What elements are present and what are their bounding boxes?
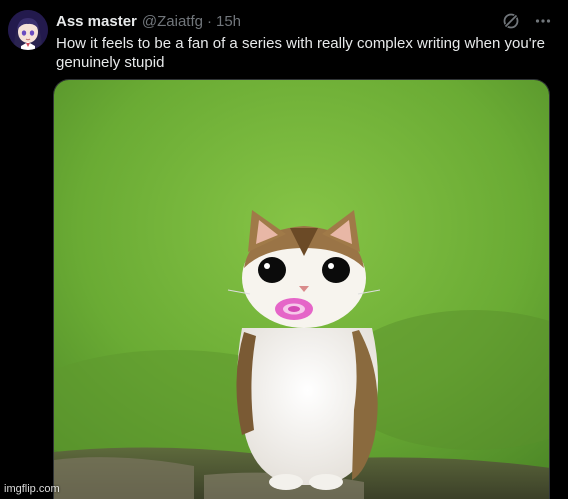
tweet-timestamp[interactable]: 15h	[216, 13, 241, 30]
tweet-header: Ass master @Zaiatfg · 15h	[56, 11, 241, 31]
cat-with-pacifier-image	[54, 80, 549, 499]
tweet-text: How it feels to be a fan of a series wit…	[56, 35, 545, 71]
header-separator: ·	[206, 12, 212, 30]
tweet-media-image[interactable]	[53, 79, 550, 499]
author-display-name[interactable]: Ass master	[56, 13, 137, 30]
grok-icon[interactable]	[500, 10, 522, 32]
anime-girl-avatar-icon	[8, 10, 48, 50]
author-handle[interactable]: @Zaiatfg	[142, 13, 203, 30]
tweet-card[interactable]: Ass master @Zaiatfg · 15h How it feels t…	[0, 0, 568, 499]
header-actions	[500, 10, 554, 32]
more-icon[interactable]	[532, 10, 554, 32]
imgflip-watermark: imgflip.com	[4, 483, 60, 495]
author-avatar[interactable]	[8, 10, 48, 50]
